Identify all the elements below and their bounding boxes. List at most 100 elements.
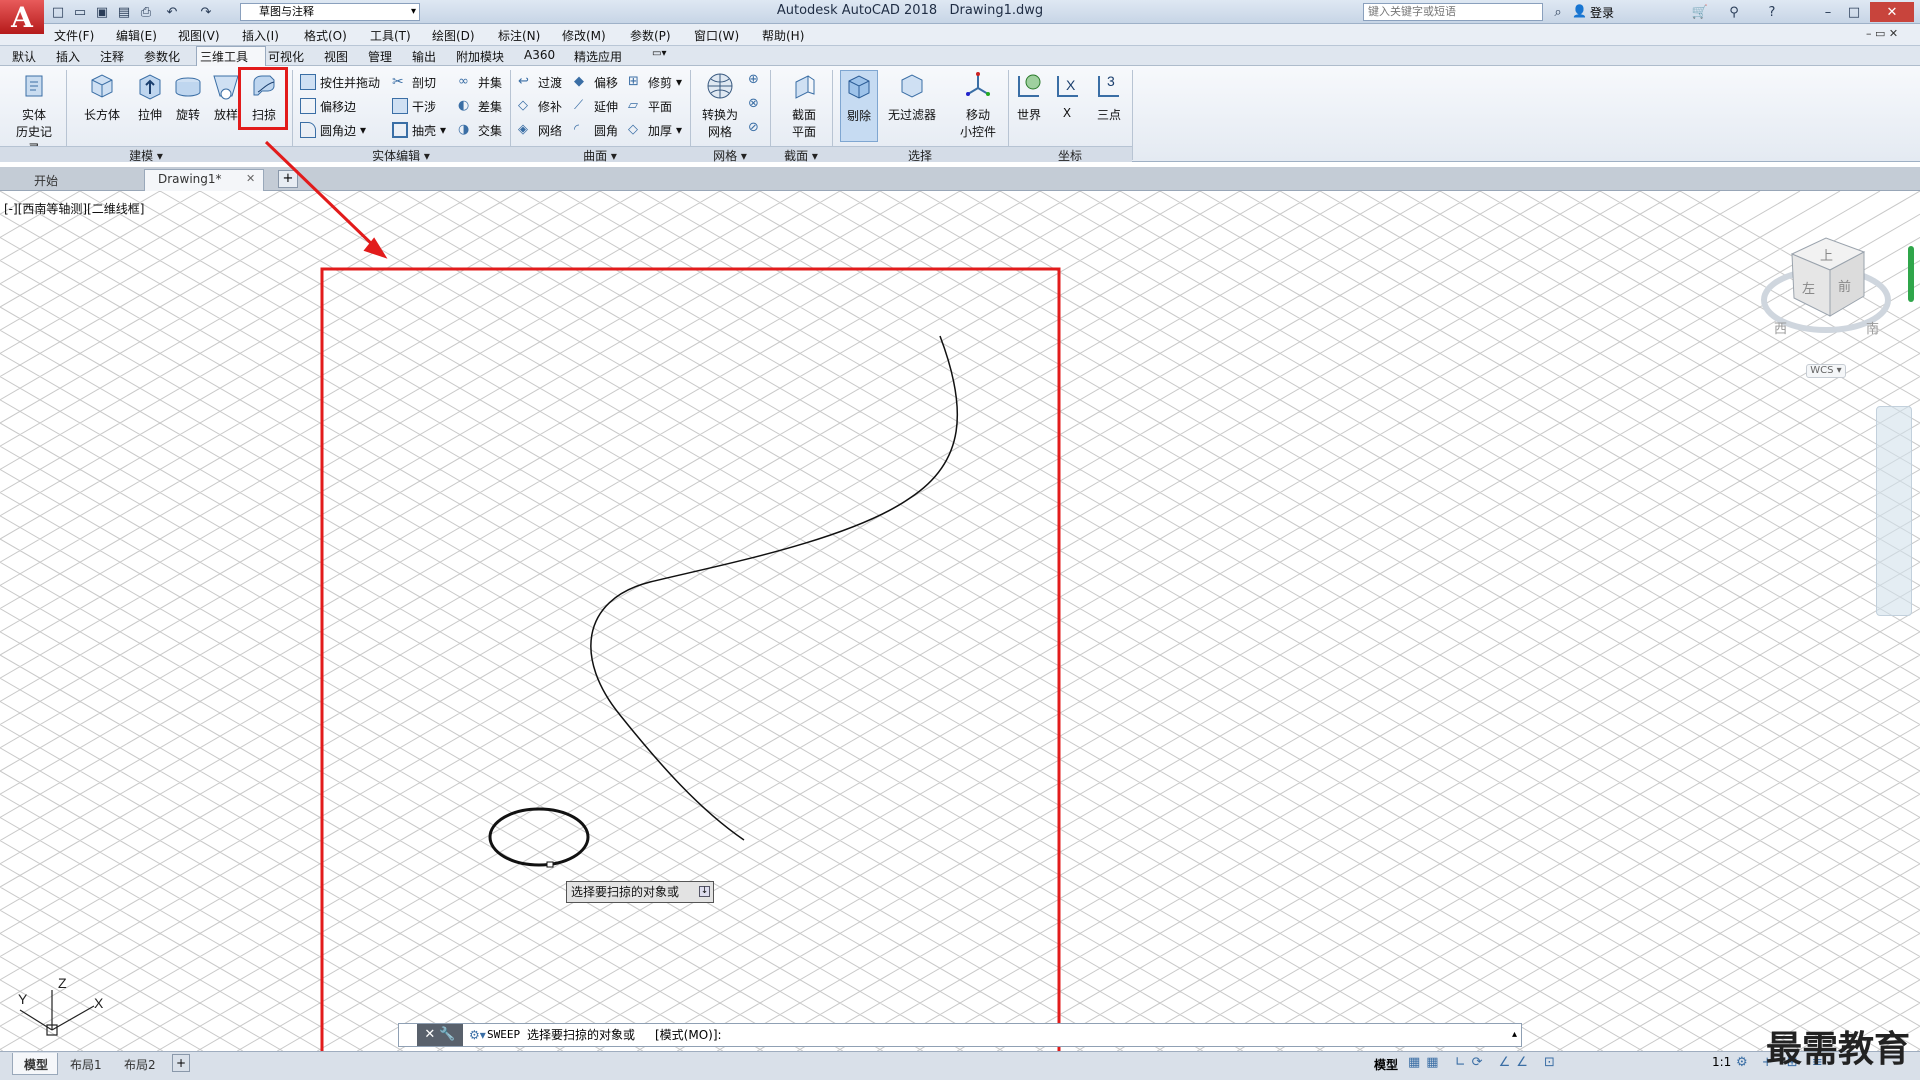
new-tab-plus-icon[interactable]: + [278, 170, 298, 188]
status-drafting-icons[interactable]: ▦▦ ∟⟳ ∠∠ ⊡ [1408, 1055, 1561, 1070]
trim-button[interactable]: ⊞ 修剪 ▾ [628, 72, 682, 92]
tab-3d-tools[interactable]: 三维工具 [200, 48, 248, 64]
panel-title-section[interactable]: 截面 ▾ [770, 146, 832, 163]
compass-south-label[interactable]: 南 [1866, 318, 1879, 337]
menu-view[interactable]: 视图(V) [178, 27, 220, 43]
tab-close-icon[interactable]: ✕ [246, 172, 255, 185]
layout-tab-layout1[interactable]: 布局1 [60, 1054, 112, 1074]
tooltip-options-icon[interactable]: ↓ [699, 886, 710, 897]
thicken-button[interactable]: ◇ 加厚 ▾ [628, 120, 682, 140]
mesh-smooth-icon[interactable]: ⊕ [748, 72, 759, 87]
annotation-scale[interactable]: 1:1 [1712, 1055, 1731, 1069]
cmdline-history-toggle[interactable]: ▴ [1512, 1024, 1517, 1046]
wcs-menu-button[interactable]: WCS ▾ [1806, 364, 1846, 378]
menu-dimension[interactable]: 标注(N) [498, 27, 540, 43]
convert-to-mesh-button[interactable]: 转换为 网格 [696, 70, 744, 140]
layout-tab-layout2[interactable]: 布局2 [114, 1054, 166, 1074]
model-space-button[interactable]: 模型 [1374, 1056, 1398, 1073]
workspace-dropdown[interactable]: 草图与注释 [240, 3, 420, 21]
navigation-scroll-indicator[interactable] [1908, 246, 1914, 302]
fillet-edge-button[interactable]: 圆角边 ▾ [300, 120, 366, 140]
subtract-button[interactable]: ◐ 差集 [458, 96, 502, 116]
viewcube-left-label[interactable]: 左 [1802, 278, 1815, 297]
cmdline-option-mode[interactable]: [模式(MO)]: [655, 1024, 722, 1046]
menu-draw[interactable]: 绘图(D) [432, 27, 475, 43]
viewcube-top-label[interactable]: 上 [1820, 245, 1833, 264]
tab-featured-apps[interactable]: 精选应用 [574, 48, 622, 64]
tab-parametric[interactable]: 参数化 [144, 48, 180, 64]
presspull-button[interactable]: 按住并拖动 [300, 72, 380, 92]
help-icon[interactable]: ? [1762, 2, 1782, 22]
exchange-icon[interactable]: ⚲ [1724, 2, 1744, 22]
login-button[interactable]: 登录 [1590, 4, 1614, 21]
tab-insert[interactable]: 插入 [56, 48, 80, 64]
save-icon[interactable]: ▣ [92, 2, 112, 22]
menu-tools[interactable]: 工具(T) [370, 27, 411, 43]
open-icon[interactable]: ▭ [70, 2, 90, 22]
union-button[interactable]: ∞ 并集 [458, 72, 502, 92]
tab-manage[interactable]: 管理 [368, 48, 392, 64]
tab-visualize[interactable]: 可视化 [268, 48, 304, 64]
extend-button[interactable]: ⟋ 延伸 [574, 96, 618, 116]
binoculars-icon[interactable]: ⌕ [1548, 2, 1568, 22]
mesh-crease-icon[interactable]: ⊘ [748, 120, 759, 135]
panel-title-modeling[interactable]: 建模 ▾ [0, 146, 292, 163]
section-plane-button[interactable]: 截面 平面 [782, 70, 826, 140]
add-layout-plus-icon[interactable]: + [172, 1054, 190, 1072]
ribbon-minimize-toggle[interactable]: ▭▾ [652, 48, 666, 64]
maximize-icon[interactable]: □ [1844, 2, 1864, 22]
ucs-world-button[interactable]: 世界 [1012, 70, 1046, 123]
menu-edit[interactable]: 编辑(E) [116, 27, 157, 43]
doc-window-controls[interactable]: – ▭ ✕ [1866, 27, 1898, 40]
save-as-icon[interactable]: ▤ [114, 2, 134, 22]
panel-title-surface[interactable]: 曲面 ▾ [510, 146, 690, 163]
tab-default[interactable]: 默认 [12, 48, 36, 64]
intersect-button[interactable]: ◑ 交集 [458, 120, 502, 140]
blend-button[interactable]: ↩ 过渡 [518, 72, 562, 92]
menu-insert[interactable]: 插入(I) [242, 27, 279, 43]
shell-button[interactable]: 抽壳 ▾ [392, 120, 446, 140]
surface-fillet-button[interactable]: ◜ 圆角 [574, 120, 618, 140]
menu-modify[interactable]: 修改(M) [562, 27, 606, 43]
tab-view[interactable]: 视图 [324, 48, 348, 64]
menu-window[interactable]: 窗口(W) [694, 27, 739, 43]
mesh-refine-icon[interactable]: ⊗ [748, 96, 759, 111]
menu-format[interactable]: 格式(O) [304, 27, 347, 43]
tab-addins[interactable]: 附加模块 [456, 48, 504, 64]
surface-offset-button[interactable]: ◆ 偏移 [574, 72, 618, 92]
ucs-x-button[interactable]: X X [1052, 70, 1082, 120]
panel-title-mesh[interactable]: 网格 ▾ [690, 146, 770, 163]
redo-icon[interactable]: ↷ [196, 2, 216, 22]
print-icon[interactable]: ⎙ [136, 2, 156, 22]
undo-icon[interactable]: ↶ [162, 2, 182, 22]
revolve-button[interactable]: 旋转 [168, 70, 208, 123]
slice-button[interactable]: ✂ 剖切 [392, 72, 436, 92]
network-button[interactable]: ◈ 网络 [518, 120, 562, 140]
menu-file[interactable]: 文件(F) [54, 27, 94, 43]
ucs-3point-button[interactable]: 3 三点 [1090, 70, 1128, 123]
user-icon[interactable]: 👤 [1572, 4, 1587, 18]
tab-a360[interactable]: A360 [524, 48, 555, 64]
navigation-bar[interactable] [1876, 406, 1912, 616]
tab-start[interactable]: 开始 [22, 170, 70, 190]
no-filter-button[interactable]: 无过滤器 [884, 70, 940, 123]
compass-west-label[interactable]: 西 [1774, 318, 1787, 337]
viewport-controls-label[interactable]: [-][西南等轴测][二维线框] [4, 200, 144, 217]
offset-edge-button[interactable]: 偏移边 [300, 96, 356, 116]
new-icon[interactable]: □ [48, 2, 68, 22]
solid-history-button[interactable]: 实体 历史记录 [12, 70, 56, 157]
close-icon[interactable]: ✕ [1870, 2, 1914, 22]
patch-button[interactable]: ◇ 修补 [518, 96, 562, 116]
box-button[interactable]: 长方体 [80, 70, 124, 123]
cart-icon[interactable]: 🛒 [1690, 2, 1710, 22]
menu-parametric[interactable]: 参数(P) [630, 27, 671, 43]
viewcube-front-label[interactable]: 前 [1838, 276, 1851, 295]
panel-title-solid-edit[interactable]: 实体编辑 ▾ [292, 146, 510, 163]
minimize-icon[interactable]: – [1818, 2, 1838, 22]
menu-help[interactable]: 帮助(H) [762, 27, 804, 43]
panel-title-coordinates[interactable]: 坐标 [1008, 146, 1132, 163]
drawing-canvas[interactable] [0, 191, 1920, 1051]
interfere-button[interactable]: 干涉 [392, 96, 436, 116]
move-gizmo-button[interactable]: 移动 小控件 [954, 70, 1002, 140]
tab-output[interactable]: 输出 [412, 48, 436, 64]
